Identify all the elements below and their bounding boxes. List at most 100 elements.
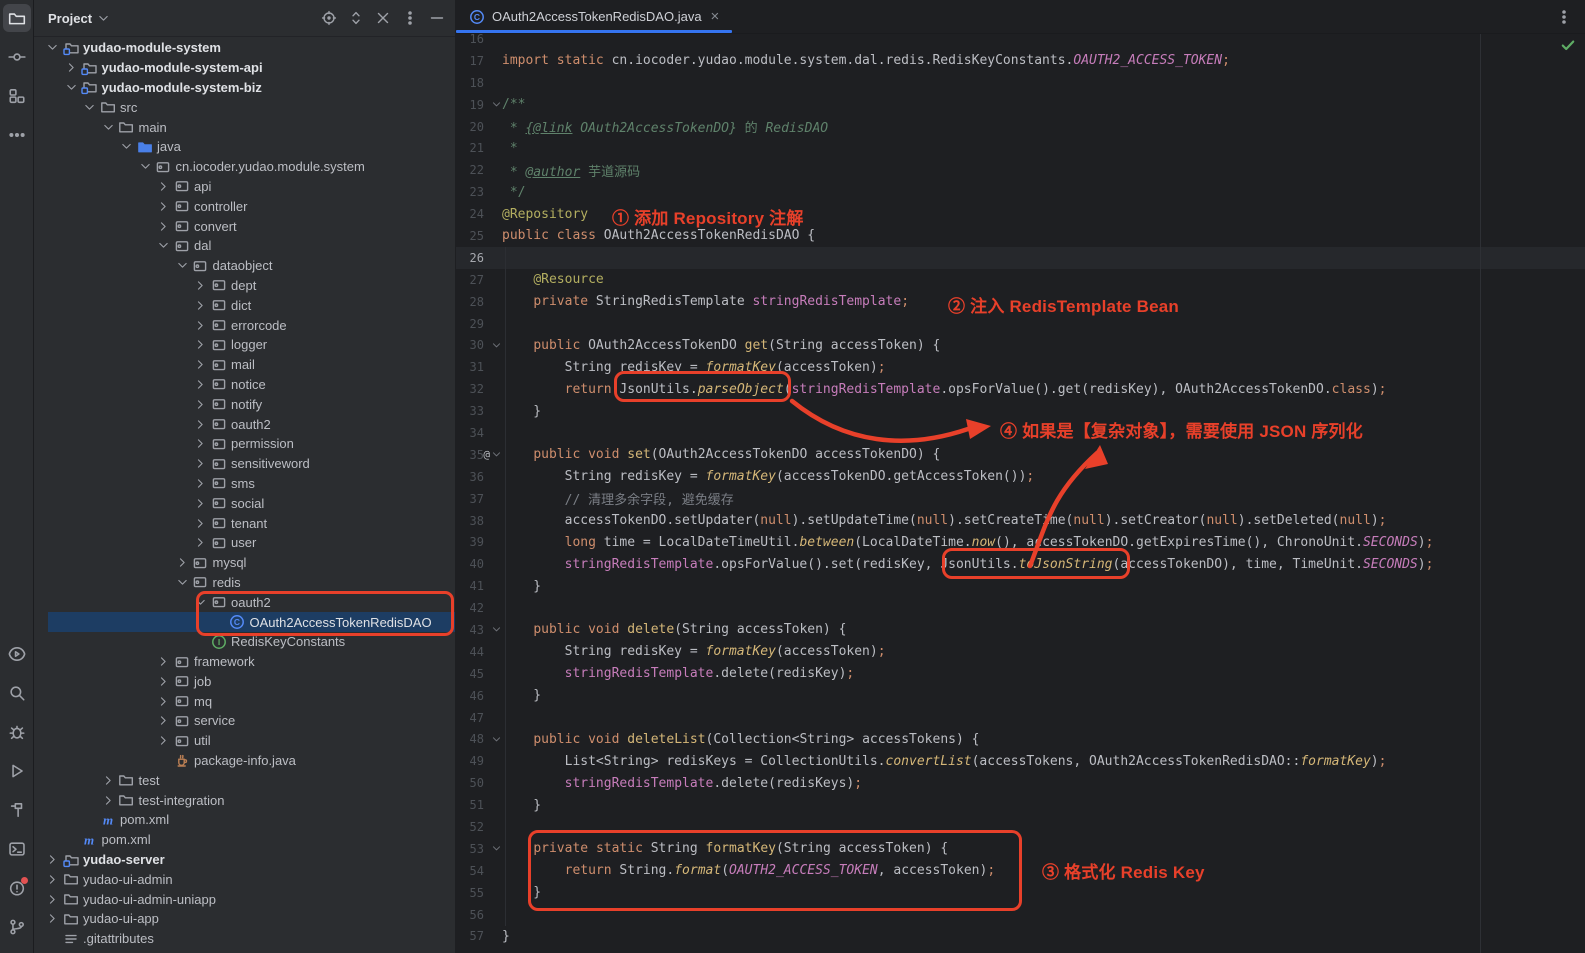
line-number[interactable]: 57 bbox=[456, 929, 484, 943]
activitybar-project-folder-button[interactable] bbox=[3, 4, 31, 32]
tree-item-redis[interactable]: redis bbox=[34, 573, 455, 593]
tree-item-yudao-ui-app[interactable]: yudao-ui-app bbox=[34, 909, 455, 929]
activitybar-search-button[interactable] bbox=[3, 679, 31, 707]
fold-arrow-icon[interactable] bbox=[491, 624, 502, 635]
line-number[interactable]: 36 bbox=[456, 470, 484, 484]
tree-item-util[interactable]: util bbox=[34, 731, 455, 751]
expand-selection-icon[interactable] bbox=[348, 10, 364, 26]
chevron-right-icon[interactable] bbox=[100, 794, 117, 807]
tree-item-OAuth2AccessTokenRedisDAO[interactable]: COAuth2AccessTokenRedisDAO bbox=[48, 612, 455, 632]
line-number[interactable]: 37 bbox=[456, 492, 484, 506]
line-number[interactable]: 16 bbox=[456, 34, 484, 46]
tree-item-api[interactable]: api bbox=[34, 177, 455, 197]
collapse-all-icon[interactable] bbox=[375, 10, 391, 26]
chevron-right-icon[interactable] bbox=[44, 893, 61, 906]
line-number[interactable]: 20 bbox=[456, 120, 484, 134]
chevron-right-icon[interactable] bbox=[155, 200, 172, 213]
chevron-down-icon[interactable] bbox=[81, 101, 98, 114]
tree-item-test-integration[interactable]: test-integration bbox=[34, 790, 455, 810]
chevron-right-icon[interactable] bbox=[192, 279, 209, 292]
chevron-right-icon[interactable] bbox=[155, 180, 172, 193]
activitybar-services-button[interactable] bbox=[3, 640, 31, 668]
chevron-down-icon[interactable] bbox=[63, 81, 80, 94]
tree-item-mysql[interactable]: mysql bbox=[34, 553, 455, 573]
line-number[interactable]: 23 bbox=[456, 185, 484, 199]
line-number[interactable]: 21 bbox=[456, 141, 484, 155]
activitybar-problems-button[interactable] bbox=[3, 874, 31, 902]
chevron-down-icon[interactable] bbox=[192, 596, 209, 609]
tree-item-sensitiveword[interactable]: sensitiveword bbox=[34, 454, 455, 474]
line-number[interactable]: 22 bbox=[456, 163, 484, 177]
tree-item-mq[interactable]: mq bbox=[34, 691, 455, 711]
line-number[interactable]: 46 bbox=[456, 689, 484, 703]
tree-item-yudao-module-system-biz[interactable]: yudao-module-system-biz bbox=[34, 78, 455, 98]
chevron-down-icon[interactable] bbox=[44, 41, 61, 54]
chevron-right-icon[interactable] bbox=[155, 655, 172, 668]
tree-item-notice[interactable]: notice bbox=[34, 375, 455, 395]
tree-item-permission[interactable]: permission bbox=[34, 434, 455, 454]
tree-item-oauth2[interactable]: oauth2 bbox=[34, 414, 455, 434]
tree-item-errorcode[interactable]: errorcode bbox=[34, 315, 455, 335]
chevron-right-icon[interactable] bbox=[155, 714, 172, 727]
tree-item-service[interactable]: service bbox=[34, 711, 455, 731]
tree-item-pom.xml[interactable]: mpom.xml bbox=[34, 810, 455, 830]
line-number[interactable]: 27 bbox=[456, 273, 484, 287]
tree-item-yudao-module-system[interactable]: yudao-module-system bbox=[34, 38, 455, 58]
tree-item-oauth2[interactable]: oauth2 bbox=[34, 592, 455, 612]
line-number[interactable]: 52 bbox=[456, 820, 484, 834]
chevron-right-icon[interactable] bbox=[174, 556, 191, 569]
chevron-right-icon[interactable] bbox=[192, 358, 209, 371]
tree-item-RedisKeyConstants[interactable]: IRedisKeyConstants bbox=[34, 632, 455, 652]
chevron-right-icon[interactable] bbox=[155, 675, 172, 688]
line-number[interactable]: 17 bbox=[456, 54, 484, 68]
fold-arrow-icon[interactable] bbox=[491, 734, 502, 745]
chevron-right-icon[interactable] bbox=[192, 437, 209, 450]
tree-item-controller[interactable]: controller bbox=[34, 196, 455, 216]
chevron-right-icon[interactable] bbox=[192, 338, 209, 351]
chevron-right-icon[interactable] bbox=[155, 220, 172, 233]
tree-item-src[interactable]: src bbox=[34, 97, 455, 117]
chevron-right-icon[interactable] bbox=[192, 398, 209, 411]
chevron-right-icon[interactable] bbox=[192, 517, 209, 530]
activitybar-debug-button[interactable] bbox=[3, 718, 31, 746]
hide-panel-icon[interactable] bbox=[429, 10, 445, 26]
tree-item-dataobject[interactable]: dataobject bbox=[34, 256, 455, 276]
project-panel-title[interactable]: Project bbox=[48, 11, 92, 26]
close-icon[interactable]: × bbox=[711, 9, 720, 24]
line-number[interactable]: 50 bbox=[456, 776, 484, 790]
chevron-right-icon[interactable] bbox=[155, 734, 172, 747]
tree-item-mail[interactable]: mail bbox=[34, 355, 455, 375]
tree-item-yudao-ui-admin-uniapp[interactable]: yudao-ui-admin-uniapp bbox=[34, 889, 455, 909]
chevron-down-icon[interactable] bbox=[137, 160, 154, 173]
line-number[interactable]: 48 bbox=[456, 732, 484, 746]
line-number[interactable]: 24 bbox=[456, 207, 484, 221]
tree-item-main[interactable]: main bbox=[34, 117, 455, 137]
activitybar-run-button[interactable] bbox=[3, 757, 31, 785]
tree-item-pom.xml[interactable]: mpom.xml bbox=[34, 830, 455, 850]
line-number[interactable]: 45 bbox=[456, 667, 484, 681]
line-number[interactable]: 25 bbox=[456, 229, 484, 243]
line-number[interactable]: 51 bbox=[456, 798, 484, 812]
chevron-right-icon[interactable] bbox=[192, 378, 209, 391]
chevron-right-icon[interactable] bbox=[44, 853, 61, 866]
line-number[interactable]: 40 bbox=[456, 557, 484, 571]
chevron-down-icon[interactable] bbox=[100, 121, 117, 134]
chevron-right-icon[interactable] bbox=[63, 61, 80, 74]
line-number[interactable]: 32 bbox=[456, 382, 484, 396]
line-number[interactable]: 49 bbox=[456, 754, 484, 768]
tree-item-dept[interactable]: dept bbox=[34, 276, 455, 296]
tree-item-yudao-module-system-api[interactable]: yudao-module-system-api bbox=[34, 58, 455, 78]
chevron-down-icon[interactable] bbox=[97, 12, 110, 25]
tree-item-tenant[interactable]: tenant bbox=[34, 513, 455, 533]
activitybar-version-control-button[interactable] bbox=[3, 913, 31, 941]
chevron-right-icon[interactable] bbox=[192, 457, 209, 470]
tree-item-logger[interactable]: logger bbox=[34, 335, 455, 355]
line-number[interactable]: 55 bbox=[456, 886, 484, 900]
chevron-right-icon[interactable] bbox=[192, 536, 209, 549]
line-number[interactable]: 43 bbox=[456, 623, 484, 637]
tree-item-notify[interactable]: notify bbox=[34, 394, 455, 414]
tree-item-dal[interactable]: dal bbox=[34, 236, 455, 256]
chevron-right-icon[interactable] bbox=[44, 912, 61, 925]
fold-arrow-icon[interactable] bbox=[491, 449, 502, 460]
tree-item-cn.iocoder.yudao.module.system[interactable]: cn.iocoder.yudao.module.system bbox=[34, 157, 455, 177]
